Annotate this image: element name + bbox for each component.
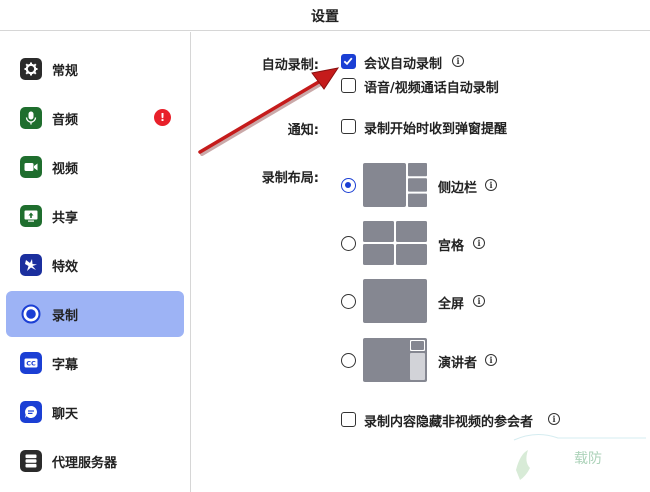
layout-fullscreen-radio[interactable] [341, 294, 356, 309]
sidebar-item-label: 特效 [52, 260, 79, 275]
layout-speaker-label: 演讲者 [438, 356, 478, 371]
window-title: 设置 [311, 9, 339, 25]
sidebar-item-recording[interactable]: 录制 [6, 291, 184, 337]
notify-popup-checkbox[interactable] [341, 119, 356, 134]
sidebar-item-label: 字幕 [52, 358, 79, 373]
notify-popup-label: 录制开始时收到弹窗提醒 [364, 122, 508, 137]
hide-nonvideo-checkbox[interactable] [341, 412, 356, 427]
layout-grid-label: 宫格 [438, 239, 465, 254]
layout-sidebar-label: 侧边栏 [438, 181, 478, 196]
info-icon[interactable]: i [485, 354, 497, 366]
speaker-layout-thumbnail [363, 338, 427, 382]
info-icon[interactable]: i [473, 237, 485, 249]
sidebar-item-audio[interactable]: 音频 ! [6, 95, 184, 141]
record-icon [20, 303, 42, 325]
auto-record-meeting-label: 会议自动录制 [364, 57, 443, 72]
sidebar-item-label: 常规 [52, 64, 79, 79]
watermark-text: 载防 [574, 451, 602, 467]
auto-record-voice-label: 语音/视频通话自动录制 [364, 81, 499, 96]
sidebar-item-chat[interactable]: 聊天 [6, 389, 184, 435]
fullscreen-layout-thumbnail [363, 279, 427, 323]
auto-record-voice-checkbox[interactable] [341, 78, 356, 93]
auto-record-label: 自动录制: [261, 58, 319, 73]
microphone-icon [20, 107, 42, 129]
layout-grid-radio[interactable] [341, 236, 356, 251]
sidebar-item-effects[interactable]: 特效 [6, 242, 184, 288]
sidebar-layout-thumbnail [363, 163, 427, 207]
sidebar-item-label: 聊天 [52, 407, 79, 422]
sidebar-item-label: 视频 [52, 162, 79, 177]
title-bar: 设置 [0, 0, 650, 31]
layout-fullscreen-label: 全屏 [438, 297, 465, 312]
layout-speaker-radio[interactable] [341, 353, 356, 368]
notify-label: 通知: [287, 123, 319, 138]
auto-record-meeting-checkbox[interactable] [341, 54, 356, 69]
sidebar-item-label: 录制 [52, 309, 79, 324]
layout-sidebar-radio[interactable] [341, 178, 356, 193]
info-icon[interactable]: i [485, 179, 497, 191]
info-icon[interactable]: i [452, 55, 464, 67]
sidebar-item-proxy[interactable]: 代理服务器 [6, 438, 184, 484]
share-screen-icon [20, 205, 42, 227]
sidebar-item-captions[interactable]: CC 字幕 [6, 340, 184, 386]
gear-icon [20, 58, 42, 80]
checkmark-icon [343, 57, 353, 66]
sidebar-item-share[interactable]: 共享 [6, 193, 184, 239]
video-camera-icon [20, 156, 42, 178]
info-icon[interactable]: i [473, 295, 485, 307]
sidebar: 常规 音频 ! 视频 共享 特效 录制 CC 字幕 聊天 代理服务器 [0, 32, 191, 492]
grid-layout-thumbnail [363, 221, 427, 265]
sidebar-item-label: 共享 [52, 211, 79, 226]
effects-icon [20, 254, 42, 276]
svg-text:CC: CC [26, 360, 36, 368]
sidebar-item-general[interactable]: 常规 [6, 46, 184, 92]
chat-icon [20, 401, 42, 423]
sidebar-item-label: 音频 [52, 113, 79, 128]
alert-badge: ! [154, 109, 171, 126]
captions-icon: CC [20, 352, 42, 374]
sidebar-item-video[interactable]: 视频 [6, 144, 184, 190]
layout-label: 录制布局: [261, 171, 319, 186]
sidebar-item-label: 代理服务器 [52, 456, 118, 471]
server-icon [20, 450, 42, 472]
